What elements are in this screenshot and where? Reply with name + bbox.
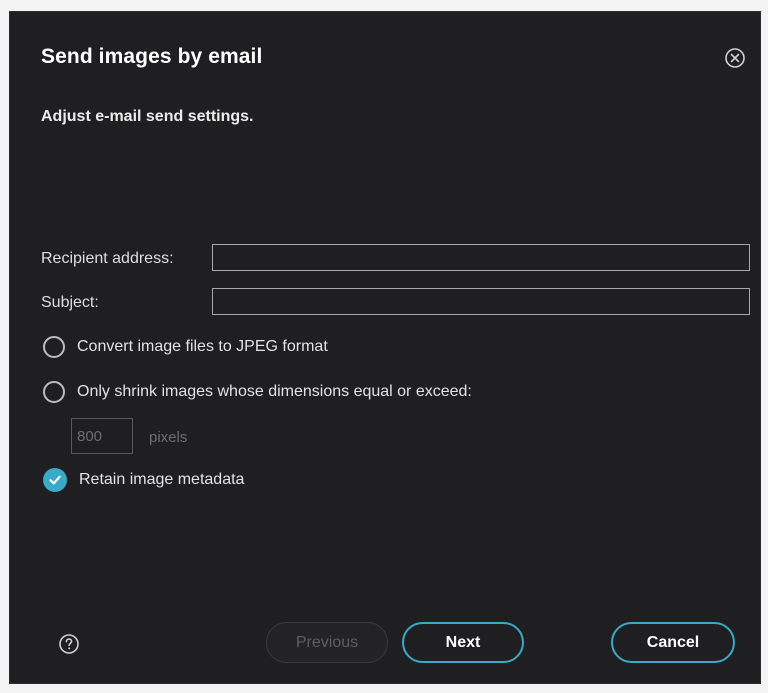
retain-metadata-option[interactable]: Retain image metadata — [43, 467, 244, 493]
retain-metadata-checkbox[interactable] — [43, 468, 67, 492]
close-button[interactable] — [724, 47, 746, 69]
subject-label: Subject: — [41, 294, 99, 311]
recipient-address-label: Recipient address: — [41, 250, 174, 267]
shrink-images-label: Only shrink images whose dimensions equa… — [77, 383, 472, 400]
subject-input[interactable] — [212, 288, 750, 315]
send-email-dialog: Send images by email Adjust e-mail send … — [9, 11, 761, 684]
retain-metadata-label: Retain image metadata — [79, 471, 245, 488]
help-circle-icon — [59, 634, 79, 654]
dialog-subtitle: Adjust e-mail send settings. — [41, 108, 254, 125]
checkmark-icon — [49, 475, 61, 485]
shrink-images-radio[interactable] — [43, 381, 65, 403]
close-circle-icon — [725, 48, 745, 68]
cancel-button[interactable]: Cancel — [611, 622, 735, 663]
help-button[interactable] — [58, 633, 80, 655]
pixels-unit-label: pixels — [149, 429, 188, 446]
convert-jpeg-radio[interactable] — [43, 336, 65, 358]
next-button[interactable]: Next — [402, 622, 524, 663]
recipient-address-input[interactable] — [212, 244, 750, 271]
shrink-images-option[interactable]: Only shrink images whose dimensions equa… — [43, 379, 472, 405]
convert-jpeg-label: Convert image files to JPEG format — [77, 338, 328, 355]
shrink-size-input[interactable] — [71, 418, 133, 454]
previous-button[interactable]: Previous — [266, 622, 388, 663]
convert-jpeg-option[interactable]: Convert image files to JPEG format — [43, 334, 328, 360]
dialog-title: Send images by email — [41, 45, 263, 68]
